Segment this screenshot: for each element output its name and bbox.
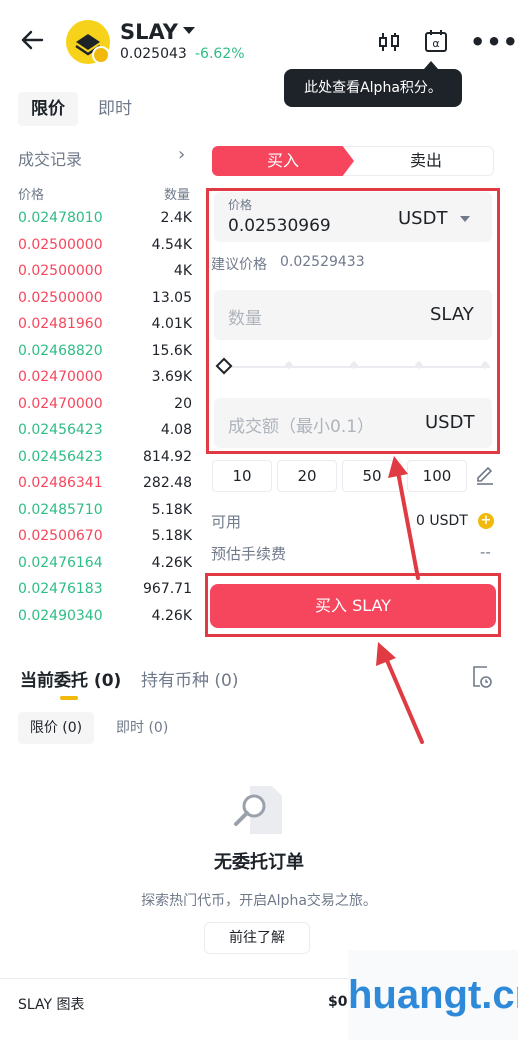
trade-price: 0.02500000 [18, 263, 103, 279]
col-qty-header: 数量 [164, 188, 191, 203]
trade-row: 0.02476164 4.26K [18, 555, 192, 582]
trade-qty: 13.05 [151, 289, 192, 306]
trades-title[interactable]: 成交记录 [18, 146, 82, 170]
trade-qty: 4.08 [160, 422, 192, 438]
trade-price: 0.02476183 [18, 581, 103, 597]
fee-value: -- [480, 543, 491, 561]
empty-search-doc-icon [234, 786, 282, 834]
edit-pencil-icon[interactable] [474, 464, 496, 486]
trade-row: 0.02500000 13.05 [18, 290, 192, 317]
trade-row: 0.02485710 5.18K [18, 502, 192, 529]
watermark: huangt.cn [348, 950, 518, 1040]
chevron-right-icon[interactable]: › [178, 144, 185, 165]
buy-tab[interactable]: 买入 [212, 146, 354, 176]
trade-qty: 5.18K [151, 501, 192, 518]
trade-price: 0.02470000 [18, 395, 103, 412]
fee-label: 预估手续费 [211, 545, 287, 563]
tab-market[interactable]: 即时 [98, 92, 132, 126]
quick-amount-10[interactable]: 10 [212, 460, 272, 492]
trade-row: 0.02456423 4.08 [18, 422, 192, 449]
sell-tab[interactable]: 卖出 [338, 146, 494, 176]
trade-qty: 4.26K [151, 554, 192, 571]
trade-qty: 4.01K [151, 316, 192, 332]
tab-limit[interactable]: 限价 [18, 92, 78, 126]
tab-open-orders[interactable]: 当前委托 (0) [20, 666, 121, 691]
col-price-header: 价格 [18, 188, 45, 203]
quick-amount-100[interactable]: 100 [407, 460, 467, 492]
trade-price: 0.02456423 [18, 422, 103, 438]
trade-qty: 15.6K [151, 342, 192, 359]
quick-amount-50[interactable]: 50 [342, 460, 402, 492]
trade-row: 0.02468820 15.6K [18, 343, 192, 370]
order-history-icon[interactable] [470, 664, 494, 690]
active-tab-indicator [60, 696, 78, 700]
trade-price: 0.02490340 [18, 607, 103, 624]
trade-price: 0.02456423 [18, 448, 103, 465]
trade-row: 0.02456423 814.92 [18, 449, 192, 476]
alpha-tooltip: 此处查看Alpha积分。 [284, 69, 462, 107]
chart-price: $0 [328, 994, 348, 1010]
price-change: -6.62% [195, 46, 245, 62]
trade-qty: 5.18K [151, 528, 192, 544]
available-label: 可用 [211, 513, 242, 531]
trade-qty: 4K [173, 263, 192, 279]
annotation-box-form [206, 188, 500, 454]
back-arrow-icon[interactable] [18, 26, 46, 54]
more-icon[interactable]: ••• [470, 30, 518, 54]
trade-row: 0.02476183 967.71 [18, 581, 192, 608]
annotation-arrow-up-button [376, 642, 424, 744]
trade-price: 0.02476164 [18, 554, 103, 571]
trade-row: 0.02500000 4K [18, 263, 192, 290]
trade-price: 0.02470000 [18, 369, 103, 385]
trade-row: 0.02486341 282.48 [18, 475, 192, 502]
pair-title[interactable]: SLAY [120, 20, 178, 44]
trade-price: 0.02500000 [18, 289, 103, 306]
last-price: 0.025043 [120, 46, 187, 62]
subtab-market[interactable]: 即时 (0) [116, 712, 168, 744]
trade-qty: 20 [174, 395, 192, 412]
trade-price: 0.02468820 [18, 342, 103, 359]
tooltip-pointer [424, 61, 438, 69]
trade-qty: 4.54K [151, 236, 192, 253]
trade-row: 0.02500670 5.18K [18, 528, 192, 555]
trade-price: 0.02478010 [18, 210, 103, 226]
trade-qty: 2.4K [160, 210, 192, 226]
trade-price: 0.02481960 [18, 316, 103, 332]
trade-qty: 3.69K [151, 369, 192, 385]
alpha-points-icon[interactable]: α [423, 28, 449, 54]
tab-holdings[interactable]: 持有币种 (0) [141, 666, 238, 691]
trade-row: 0.02470000 20 [18, 396, 192, 423]
annotation-box-button [205, 573, 501, 637]
sell-tab-label: 卖出 [409, 151, 442, 170]
trade-price: 0.02485710 [18, 501, 103, 518]
trade-row: 0.02490340 4.26K [18, 608, 192, 635]
trade-row: 0.02481960 4.01K [18, 316, 192, 343]
trade-qty: 814.92 [143, 448, 192, 465]
trade-price: 0.02486341 [18, 475, 103, 491]
trade-price: 0.02500670 [18, 528, 103, 544]
trade-row: 0.02470000 3.69K [18, 369, 192, 396]
chart-link[interactable]: SLAY 图表 [18, 994, 85, 1014]
trade-row: 0.02500000 4.54K [18, 237, 192, 264]
deposit-plus-icon[interactable]: + [478, 513, 494, 529]
pair-dropdown-icon[interactable] [183, 27, 195, 34]
quick-amount-20[interactable]: 20 [277, 460, 337, 492]
available-value: 0 USDT [416, 513, 468, 529]
candlestick-icon[interactable] [377, 30, 401, 54]
svg-text:α: α [432, 37, 439, 50]
trade-row: 0.02478010 2.4K [18, 210, 192, 237]
learn-more-button[interactable]: 前往了解 [204, 922, 310, 954]
trade-price: 0.02500000 [18, 236, 103, 253]
subtab-limit[interactable]: 限价 (0) [18, 712, 94, 744]
trade-qty: 4.26K [151, 607, 192, 624]
empty-description: 探索热门代币，开启Alpha交易之旅。 [141, 893, 377, 909]
trade-qty: 282.48 [143, 475, 192, 491]
empty-title: 无委托订单 [214, 852, 304, 873]
trade-qty: 967.71 [143, 581, 192, 597]
chain-badge-icon [92, 46, 110, 64]
